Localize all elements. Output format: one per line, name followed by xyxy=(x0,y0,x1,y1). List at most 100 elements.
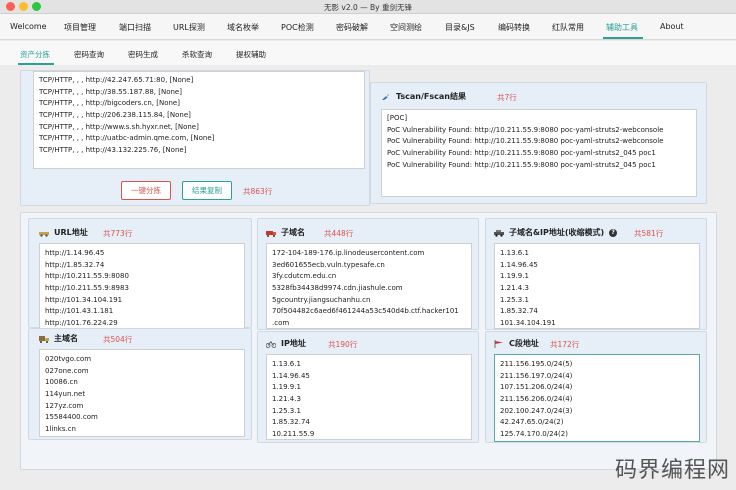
subdomain-ip-line: 1.14.96.45 xyxy=(500,260,538,269)
domain-textarea[interactable]: 020tvgo.com 027one.com 10086.cn 114yun.n… xyxy=(39,349,245,437)
subdomain-textarea[interactable]: 172-104-189-176.ip.linodeusercontent.com… xyxy=(266,243,472,329)
c-segment-line: 202.100.247.0/24(3) xyxy=(500,406,573,415)
subdomain-title-row: 子域名 xyxy=(266,227,305,238)
subdomain-ip-textarea[interactable]: 1.13.6.1 1.14.96.45 1.19.9.1 1.21.4.3 1.… xyxy=(494,243,700,329)
c-segment-line: 42.247.65.0/24(2) xyxy=(500,418,564,427)
sub-tabs: 资产分拣 密码查询 密码生成 杀软查询 提权辅助 xyxy=(0,41,736,65)
domain-count: 共504行 xyxy=(103,335,133,344)
url-line: http://101.34.104.191 xyxy=(45,295,123,304)
url-panel: URL地址 共773行 http://1.14.96.45 http://1.8… xyxy=(28,218,252,329)
c-segment-line: 107.151.206.0/24(4) xyxy=(500,383,573,392)
url-title: URL地址 xyxy=(54,228,88,237)
tab-asset-sort[interactable]: 资产分拣 xyxy=(20,49,50,60)
domain-line: 027one.com xyxy=(45,366,89,375)
subdomain-ip-line: 1.19.9.1 xyxy=(500,272,529,281)
menu-welcome[interactable]: Welcome xyxy=(10,22,47,31)
sort-button[interactable]: 一键分拣 xyxy=(121,181,171,200)
subdomain-line: 5gcountry.jiangsuchanhu.cn xyxy=(272,295,371,304)
ip-line: 1.19.9.1 xyxy=(272,383,301,392)
tab-privilege-escalation[interactable]: 提权辅助 xyxy=(236,49,266,60)
title-bar: 无影 v2.0 — By 重剑无锋 xyxy=(0,0,736,14)
vehicle-icon xyxy=(39,231,49,237)
c-segment-panel: C段地址 共172行 211.156.195.0/24(5) 211.156.1… xyxy=(485,331,707,443)
bicycle-icon xyxy=(266,340,276,348)
domain-panel: 主域名 共504行 020tvgo.com 027one.com 10086.c… xyxy=(28,328,252,440)
menu-active-indicator xyxy=(603,37,643,39)
url-count: 共773行 xyxy=(103,229,133,238)
subdomain-ip-line: 1.21.4.3 xyxy=(500,284,529,293)
subtab-active-indicator xyxy=(18,63,54,65)
subdomain-ip-count: 共581行 xyxy=(634,229,664,238)
subdomain-ip-panel: 子域名&IP地址(收缩模式) ? 共581行 1.13.6.1 1.14.96.… xyxy=(485,218,707,330)
tscan-title-row: Tscan/Fscan结果 xyxy=(381,91,466,102)
domain-line: 10086.cn xyxy=(45,378,78,387)
subdomain-line: .com xyxy=(272,319,290,328)
c-segment-title: C段地址 xyxy=(509,339,539,348)
ip-line: 1.21.4.3 xyxy=(272,395,301,404)
subdomain-ip-line: 101.34.104.191 xyxy=(500,319,556,328)
domain-line: 15584400.com xyxy=(45,413,98,422)
tscan-line: PoC Vulnerability Found: http://10.211.5… xyxy=(387,125,664,134)
menu-domain-enum[interactable]: 域名枚举 xyxy=(227,22,259,33)
input-line: TCP/HTTP, , , http://www.s.sh.hyxr.net, … xyxy=(39,122,199,131)
subdomain-ip-title: 子域名&IP地址(收缩模式) xyxy=(509,228,605,237)
menu-port-scan[interactable]: 端口扫描 xyxy=(119,22,151,33)
domain-line: 020tvgo.com xyxy=(45,355,92,363)
input-line: TCP/HTTP, , , http://43.132.225.76, [Non… xyxy=(39,146,187,155)
tscan-panel: Tscan/Fscan结果 共7行 [POC] PoC Vulnerabilit… xyxy=(370,82,707,204)
window-title: 无影 v2.0 — By 重剑无锋 xyxy=(324,3,412,12)
c-segment-count: 共172行 xyxy=(550,340,580,349)
input-panel: TCP/HTTP, , , http://42.247.65.71:80, [N… xyxy=(20,70,370,206)
tscan-title: Tscan/Fscan结果 xyxy=(396,92,466,101)
tab-password-query[interactable]: 密码查询 xyxy=(74,49,104,60)
input-textarea[interactable]: TCP/HTTP, , , http://42.247.65.71:80, [N… xyxy=(33,71,365,169)
menu-encoding[interactable]: 编码转换 xyxy=(498,22,530,33)
url-line: http://1.85.32.74 xyxy=(45,260,105,269)
rocket-icon xyxy=(382,93,389,100)
input-line: TCP/HTTP, , , http://42.247.65.71:80, [N… xyxy=(39,76,194,84)
input-line: TCP/HTTP, , , http://bigcoders.cn, [None… xyxy=(39,99,180,108)
c-segment-line: 211.156.197.0/24(4) xyxy=(500,371,573,380)
subdomain-ip-title-row: 子域名&IP地址(收缩模式) ? xyxy=(494,227,618,238)
tscan-textarea[interactable]: [POC] PoC Vulnerability Found: http://10… xyxy=(381,109,697,197)
menu-password-crack[interactable]: 密码破解 xyxy=(336,22,368,33)
subdomain-line: 3fy.cdutcm.edu.cn xyxy=(272,272,337,281)
main-menu: Welcome 项目管理 端口扫描 URL探测 域名枚举 POC检测 密码破解 … xyxy=(0,14,736,40)
input-line: TCP/HTTP, , , http://38.55.187.88, [None… xyxy=(39,87,182,96)
url-line: http://10.211.55.9:8080 xyxy=(45,272,129,281)
ip-line: 1.25.3.1 xyxy=(272,406,301,415)
subdomain-count: 共448行 xyxy=(324,229,354,238)
c-segment-title-row: C段地址 xyxy=(494,338,539,349)
menu-project[interactable]: 项目管理 xyxy=(64,22,96,33)
ip-textarea[interactable]: 1.13.6.1 1.14.96.45 1.19.9.1 1.21.4.3 1.… xyxy=(266,354,472,440)
menu-dir-js[interactable]: 目录&JS xyxy=(445,22,475,33)
url-line: http://101.43.1.181 xyxy=(45,307,114,316)
tab-password-generate[interactable]: 密码生成 xyxy=(128,49,158,60)
total-count: 共863行 xyxy=(243,187,273,196)
subdomain-ip-line: 1.13.6.1 xyxy=(500,249,529,257)
url-textarea[interactable]: http://1.14.96.45 http://1.85.32.74 http… xyxy=(39,243,245,329)
menu-about[interactable]: About xyxy=(660,22,684,31)
tscan-line: PoC Vulnerability Found: http://10.211.5… xyxy=(387,137,664,146)
url-title-row: URL地址 xyxy=(39,227,88,238)
ip-panel: IP地址 共190行 1.13.6.1 1.14.96.45 1.19.9.1 … xyxy=(257,331,479,443)
tab-antivirus-query[interactable]: 杀软查询 xyxy=(182,49,212,60)
watermark: 码界编程网 xyxy=(614,458,730,483)
menu-tools[interactable]: 辅助工具 xyxy=(606,22,638,33)
ip-count: 共190行 xyxy=(328,340,358,349)
ip-title-row: IP地址 xyxy=(266,338,306,349)
menu-poc[interactable]: POC检测 xyxy=(281,22,314,33)
menu-redteam[interactable]: 红队常用 xyxy=(552,22,584,33)
domain-line: 127yz.com xyxy=(45,401,84,410)
menu-url-probe[interactable]: URL探测 xyxy=(173,22,205,33)
subdomain-line: 70f504482c6aed6f461244a53c540d4b.ctf.hac… xyxy=(272,307,459,316)
c-segment-line: 211.156.195.0/24(5) xyxy=(500,360,573,368)
copy-result-button[interactable]: 结果复制 xyxy=(182,181,232,200)
tscan-line: PoC Vulnerability Found: http://10.211.5… xyxy=(387,149,656,158)
domain-title-row: 主域名 xyxy=(39,333,78,344)
ip-line: 10.211.55.9 xyxy=(272,430,315,439)
subdomain-ip-line: 1.85.32.74 xyxy=(500,307,538,316)
menu-space-mapping[interactable]: 空间测绘 xyxy=(390,22,422,33)
help-icon[interactable]: ? xyxy=(609,228,618,237)
c-segment-textarea[interactable]: 211.156.195.0/24(5) 211.156.197.0/24(4) … xyxy=(494,354,700,442)
